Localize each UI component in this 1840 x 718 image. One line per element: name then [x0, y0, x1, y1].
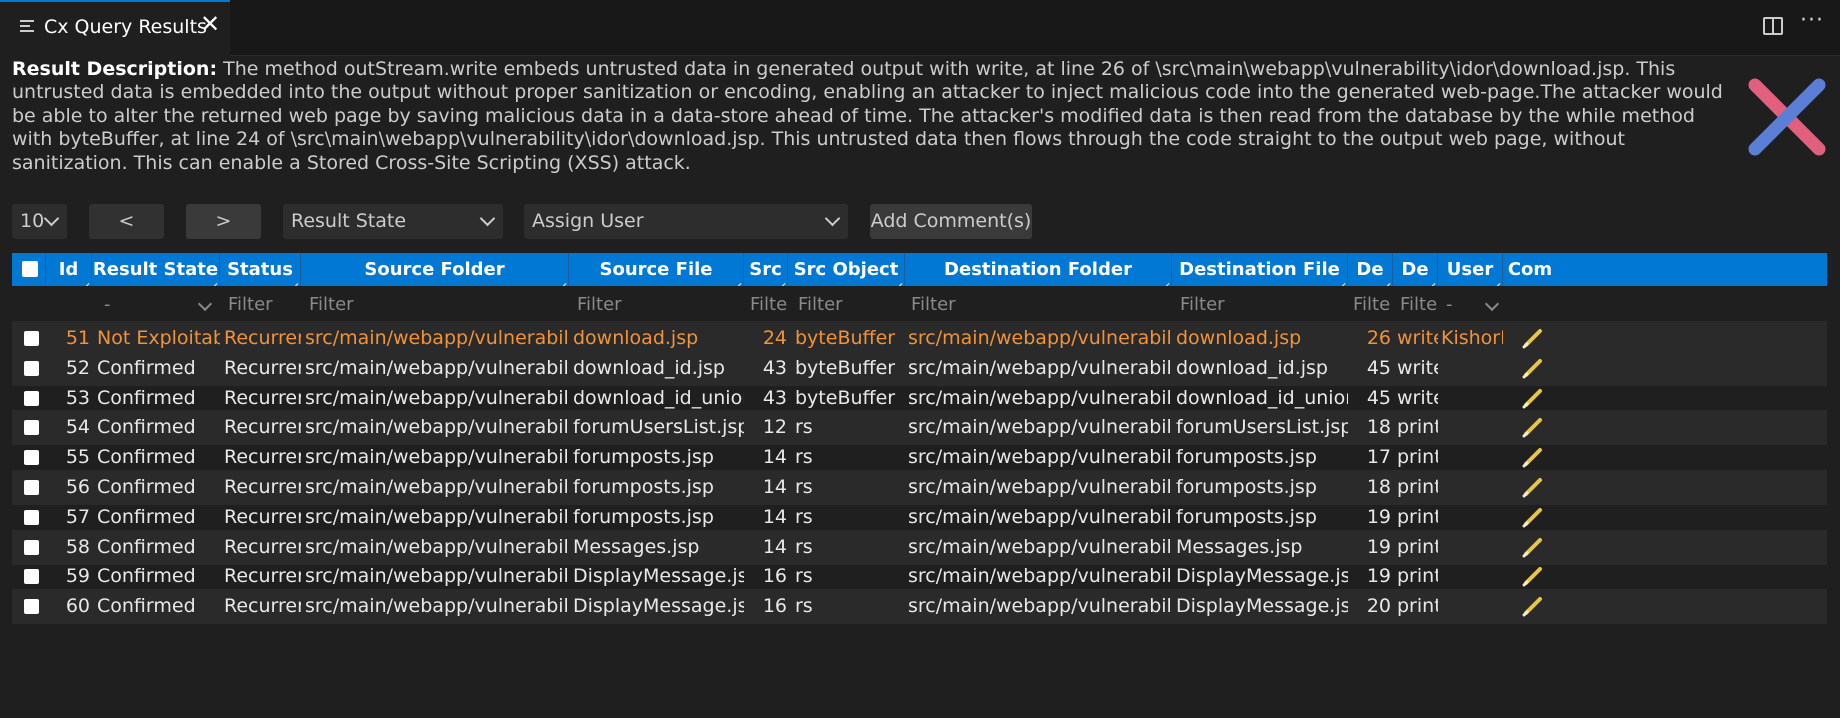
resize-handle-icon[interactable] — [1161, 276, 1169, 284]
col-id[interactable]: Id — [46, 253, 92, 286]
chevron-down-icon[interactable] — [1484, 296, 1500, 312]
dest-object-filter[interactable]: Filte — [1400, 288, 1438, 321]
result-description-label: Result Description: — [12, 58, 218, 80]
cell-dest-object: print — [1397, 595, 1438, 618]
source-folder-filter[interactable]: Filter — [309, 288, 354, 321]
cell-result-state: Confirmed — [97, 595, 196, 618]
chevron-down-icon[interactable] — [197, 296, 213, 312]
cell-status: Recurrent — [224, 595, 301, 618]
col-status[interactable]: Status — [220, 253, 301, 286]
result-description-text: The method outStream.write embeds untrus… — [12, 58, 1723, 174]
col-source-file[interactable]: Source File — [569, 253, 744, 286]
edit-comment-icon[interactable] — [1520, 444, 1546, 470]
destination-folder-filter[interactable]: Filter — [911, 288, 956, 321]
filter-row: - Filter Filter Filter Filte Filter Filt… — [12, 288, 1827, 321]
cell-src-object: rs — [795, 595, 813, 618]
tab-cx-query-results[interactable]: Cx Query Results ✕ — [0, 0, 230, 56]
cell-source-file: DisplayMessage.jsp — [573, 595, 744, 618]
dest-line-filter[interactable]: Filte — [1353, 288, 1393, 321]
edit-comment-icon[interactable] — [1520, 385, 1546, 411]
edit-comment-icon[interactable] — [1520, 355, 1546, 381]
resize-handle-icon[interactable] — [1427, 276, 1435, 284]
cell-source-folder: src/main/webapp/vulnerability — [305, 595, 569, 618]
add-comment-button[interactable]: Add Comment(s) — [870, 204, 1032, 239]
edit-comment-icon[interactable] — [1520, 504, 1546, 530]
edit-comment-icon[interactable] — [1520, 563, 1546, 589]
result-state-select[interactable]: Result State — [283, 204, 503, 239]
src-object-filter[interactable]: Filter — [798, 288, 843, 321]
destination-file-filter[interactable]: Filter — [1180, 288, 1225, 321]
result-description: Result Description: The method outStream… — [12, 58, 1732, 175]
col-destination-file[interactable]: Destination File — [1172, 253, 1348, 286]
row-checkbox[interactable] — [24, 480, 39, 495]
col-result-state[interactable]: Result State — [92, 253, 220, 286]
row-checkbox[interactable] — [24, 599, 39, 615]
cell-id: 60 — [65, 595, 90, 618]
resize-handle-icon[interactable] — [558, 276, 566, 284]
col-dest-object[interactable]: De — [1393, 253, 1438, 286]
user-filter[interactable]: - — [1446, 288, 1453, 321]
source-file-filter[interactable]: Filter — [577, 288, 622, 321]
resize-handle-icon[interactable] — [1382, 276, 1390, 284]
col-user[interactable]: User — [1438, 253, 1503, 286]
resize-handle-icon[interactable] — [733, 276, 741, 284]
col-destination-folder[interactable]: Destination Folder — [905, 253, 1172, 286]
row-checkbox[interactable] — [24, 450, 39, 466]
edit-comment-icon[interactable] — [1520, 414, 1546, 440]
edit-comment-icon[interactable] — [1520, 325, 1546, 351]
chevron-down-icon — [824, 210, 841, 227]
col-src-line[interactable]: Src — [744, 253, 788, 286]
edit-comment-icon[interactable] — [1520, 474, 1546, 500]
resize-handle-icon[interactable] — [894, 276, 902, 284]
row-checkbox[interactable] — [24, 509, 39, 525]
page-size-select[interactable]: 10 — [12, 204, 67, 239]
cell-src-line: 16 — [762, 595, 787, 618]
row-checkbox[interactable] — [24, 360, 39, 376]
cell-dest-line: 20 — [1366, 595, 1391, 618]
row-checkbox[interactable] — [24, 420, 39, 436]
row-checkbox[interactable] — [24, 331, 39, 346]
row-checkbox[interactable] — [24, 539, 39, 555]
table-row[interactable]: 60 Confirmed Recurrent src/main/webapp/v… — [12, 589, 1827, 625]
resize-handle-icon[interactable] — [1492, 276, 1500, 284]
results-table-header: Id Result State Status Source Folder Sou… — [12, 253, 1827, 286]
col-src-object[interactable]: Src Object — [788, 253, 905, 286]
more-actions-icon[interactable]: ··· — [1800, 8, 1824, 33]
edit-comment-icon[interactable] — [1520, 534, 1546, 560]
result-state-filter[interactable]: - — [104, 288, 111, 321]
tab-title: Cx Query Results — [44, 16, 207, 38]
prev-page-button[interactable]: < — [89, 204, 164, 239]
col-comment[interactable]: Com — [1503, 253, 1557, 286]
next-page-button[interactable]: > — [186, 204, 261, 239]
resize-handle-icon[interactable] — [777, 276, 785, 284]
split-editor-icon[interactable] — [1763, 17, 1783, 35]
cell-destination-folder: src/main/webapp/vulnerability — [908, 595, 1172, 618]
src-line-filter[interactable]: Filte — [750, 288, 788, 321]
select-all-cell — [12, 253, 46, 286]
col-dest-line[interactable]: De — [1348, 253, 1393, 286]
edit-comment-icon[interactable] — [1520, 593, 1546, 619]
preview-icon — [20, 20, 34, 34]
row-checkbox[interactable] — [24, 569, 39, 585]
cell-user — [1441, 589, 1503, 624]
resize-handle-icon[interactable] — [81, 276, 89, 284]
row-checkbox[interactable] — [24, 390, 39, 406]
col-source-folder[interactable]: Source Folder — [301, 253, 569, 286]
status-filter[interactable]: Filter — [228, 288, 273, 321]
chevron-down-icon — [43, 210, 60, 227]
resize-handle-icon[interactable] — [290, 276, 298, 284]
cell-destination-file: DisplayMessage.jsp — [1176, 595, 1348, 618]
resize-handle-icon[interactable] — [1337, 276, 1345, 284]
resize-handle-icon[interactable] — [209, 276, 217, 284]
cross-icon — [1748, 78, 1826, 156]
chevron-down-icon — [479, 210, 496, 227]
editor-tab-bar: Cx Query Results ✕ ··· — [0, 0, 1840, 56]
select-all-checkbox[interactable] — [22, 261, 38, 277]
close-tab-icon[interactable]: ✕ — [200, 12, 220, 36]
assign-user-select[interactable]: Assign User — [524, 204, 848, 239]
